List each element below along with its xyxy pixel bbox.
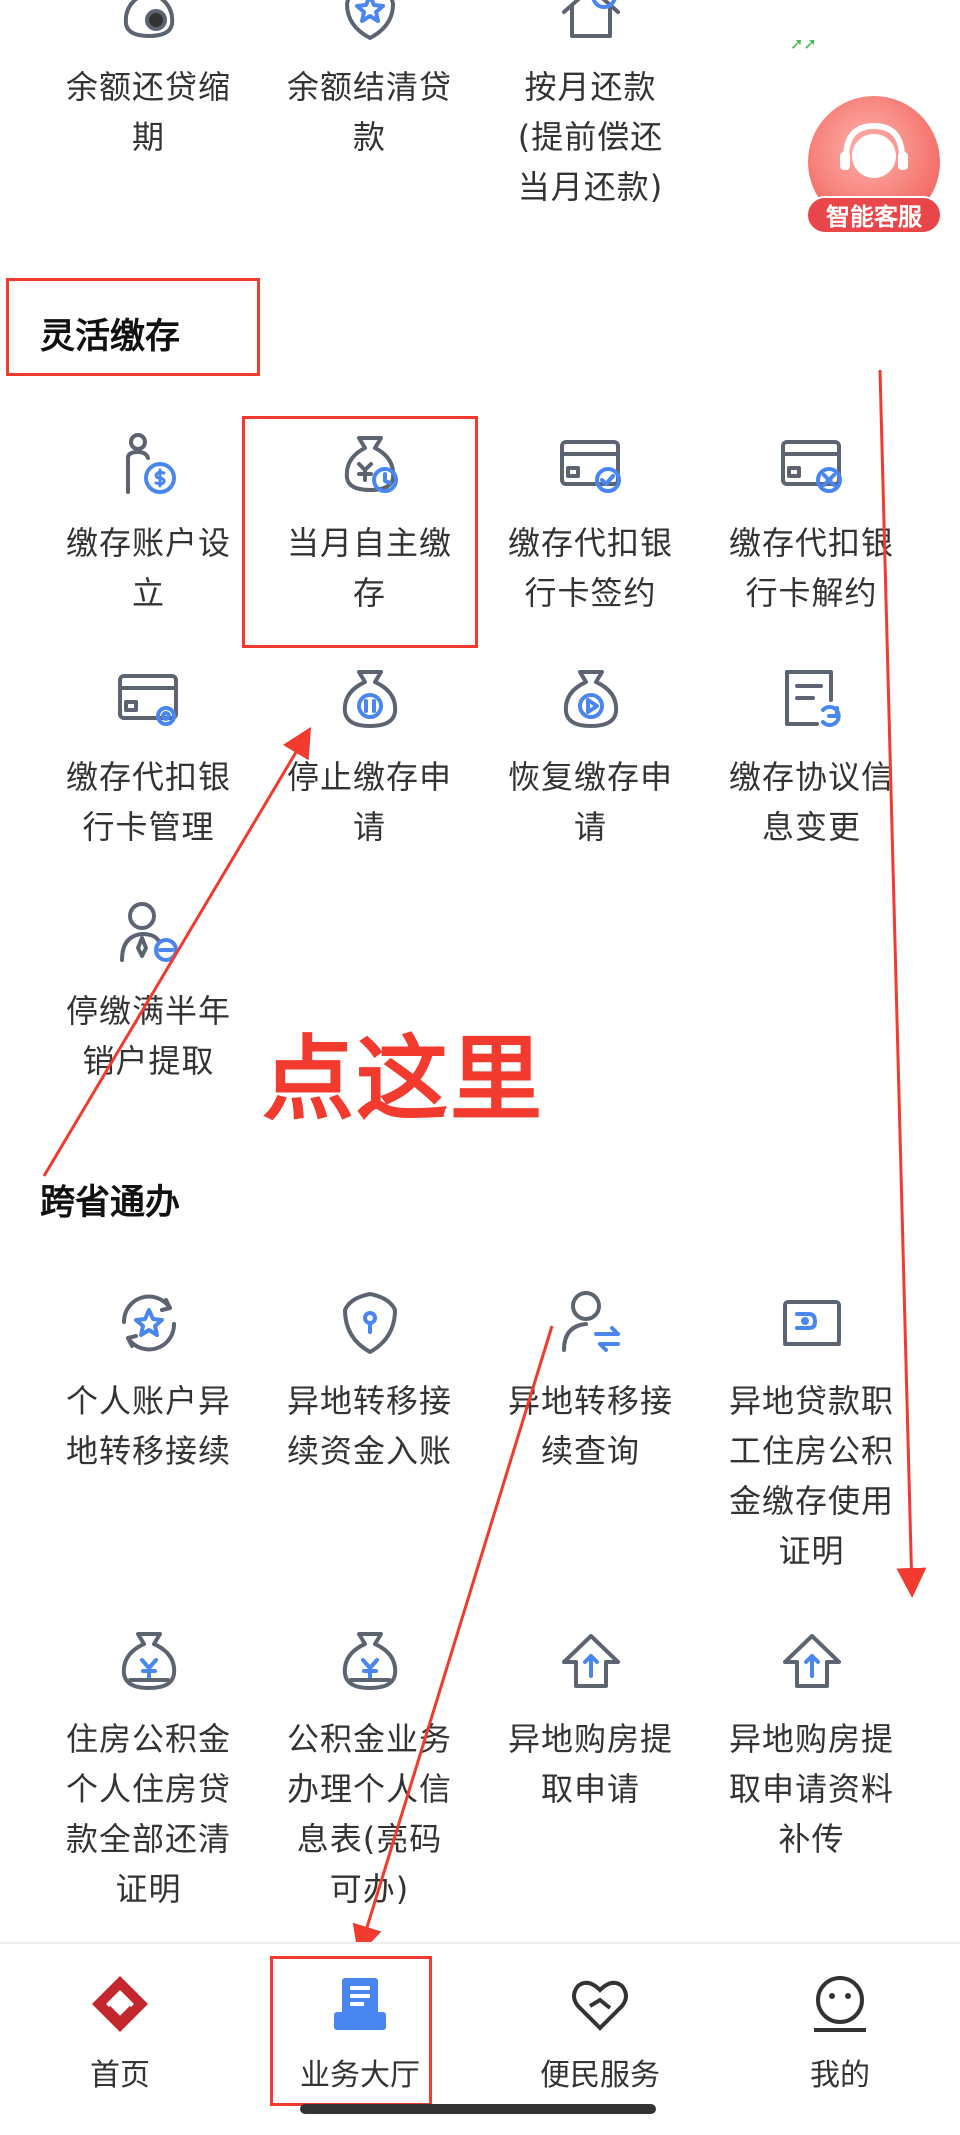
- shield-star-icon: [344, 0, 395, 40]
- annotation-callout-text: 点这里: [262, 1026, 545, 1133]
- tab-label: 便民服务: [540, 2058, 660, 2093]
- tile-label: 停缴满半年销户提取: [65, 992, 231, 1080]
- tile-bank-card-manage[interactable]: 缴存代扣银行卡管理: [38, 664, 259, 852]
- tile-label: 公积金业务办理个人信息表(亮码可办): [286, 1720, 452, 1908]
- tile-deposit-account-setup[interactable]: 缴存账户设立: [38, 430, 259, 618]
- money-bag-play-icon: [563, 670, 618, 728]
- tile-transfer-funds-credited[interactable]: 异地转移接续资金入账: [259, 1288, 480, 1476]
- customer-service-label: 智能客服: [806, 196, 942, 234]
- bank-card-check-icon: [559, 440, 621, 493]
- tile-account-transfer[interactable]: 个人账户异地转移接续: [38, 1288, 259, 1476]
- tab-label: 我的: [810, 2058, 870, 2093]
- shield-keyhole-icon: [342, 1292, 397, 1354]
- tile-stop-deposit[interactable]: 停止缴存申请: [259, 664, 480, 852]
- person-minus-icon: [119, 902, 178, 962]
- tile-balance-settle-loan[interactable]: 余额结清贷款: [259, 0, 480, 162]
- house-arrow-up-icon: [782, 1634, 841, 1688]
- tile-resume-deposit[interactable]: 恢复缴存申请: [480, 664, 701, 852]
- tab-home[interactable]: 首页: [0, 1944, 240, 2094]
- tile-stop-half-year-close[interactable]: 停缴满半年销户提取: [38, 898, 259, 1086]
- section-title-cross-province: 跨省通办: [40, 1183, 181, 1223]
- section-title-flexible-deposit: 灵活缴存: [40, 317, 181, 357]
- tile-label: 恢复缴存申请: [507, 758, 673, 846]
- tile-label: 余额还贷缩期: [65, 68, 231, 156]
- tile-deposit-agreement-change[interactable]: 缴存协议信息变更: [701, 664, 922, 852]
- tile-bank-card-sign[interactable]: 缴存代扣银行卡签约: [480, 430, 701, 618]
- annotation-box-business-hall-tab: [270, 1956, 432, 2106]
- tile-label: 缴存代扣银行卡管理: [65, 758, 231, 846]
- tile-label: 异地购房提取申请: [507, 1720, 673, 1808]
- tile-balance-shorten-term[interactable]: 余额还贷缩期: [38, 0, 259, 162]
- money-bag-yuan-icon: [342, 1632, 397, 1690]
- wallet-icon: [782, 1300, 841, 1346]
- heart-hands-icon: [572, 1980, 628, 2031]
- tab-mine[interactable]: 我的: [720, 1944, 960, 2094]
- tab-label: 首页: [90, 2058, 150, 2093]
- tile-monthly-repayment[interactable]: 按月还款(提前偿还当月还款): [480, 0, 701, 212]
- tile-label: 异地贷款职工住房公积金缴存使用证明: [728, 1382, 894, 1570]
- tile-bank-card-cancel[interactable]: 缴存代扣银行卡解约: [701, 430, 922, 618]
- house-yuan-icon: [561, 0, 620, 38]
- person-transfer-icon: [561, 1291, 620, 1352]
- tile-loan-paid-off-certificate[interactable]: 住房公积金个人住房贷款全部还清证明: [38, 1626, 259, 1914]
- person-dollar-icon: [125, 433, 176, 494]
- money-bag-yuan-icon: [121, 1632, 176, 1690]
- tile-label: 异地转移接续查询: [507, 1382, 673, 1470]
- bank-card-gear-icon: [117, 674, 178, 726]
- tab-convenience[interactable]: 便民服务: [480, 1944, 720, 2094]
- annotation-box-target-tile: [242, 416, 478, 648]
- decorative-icon: ➚➚: [790, 34, 817, 53]
- tile-label: 住房公积金个人住房贷款全部还清证明: [65, 1720, 231, 1908]
- home-logo-icon: [92, 1976, 148, 2032]
- tile-label: 缴存协议信息变更: [728, 758, 894, 846]
- tile-label: 缴存账户设立: [65, 524, 231, 612]
- money-bag-clock-icon: [123, 0, 174, 38]
- tile-label: 余额结清贷款: [286, 68, 452, 156]
- tile-label: 异地购房提取申请资料补传: [728, 1720, 894, 1858]
- house-arrow-up-icon: [561, 1634, 620, 1688]
- tile-transfer-query[interactable]: 异地转移接续查询: [480, 1288, 701, 1476]
- tile-label: 停止缴存申请: [286, 758, 452, 846]
- tile-label: 缴存代扣银行卡签约: [507, 524, 673, 612]
- tile-label: 个人账户异地转移接续: [65, 1382, 231, 1470]
- circular-star-icon: [121, 1294, 176, 1352]
- money-bag-pause-icon: [342, 670, 397, 728]
- tile-remote-purchase-supplement[interactable]: 异地购房提取申请资料补传: [701, 1626, 922, 1864]
- tile-remote-loan-certificate[interactable]: 异地贷款职工住房公积金缴存使用证明: [701, 1288, 922, 1576]
- home-indicator: [300, 2104, 656, 2114]
- tile-label: 按月还款(提前偿还当月还款): [517, 68, 664, 206]
- tile-label: 异地转移接续资金入账: [286, 1382, 452, 1470]
- document-refresh-icon: [784, 670, 841, 727]
- tile-label: 缴存代扣银行卡解约: [728, 524, 894, 612]
- smile-face-icon: [814, 1976, 866, 2032]
- customer-service-button[interactable]: 智能客服: [806, 96, 942, 236]
- bank-card-x-icon: [780, 440, 842, 493]
- tile-remote-purchase-withdraw[interactable]: 异地购房提取申请: [480, 1626, 701, 1814]
- tile-personal-info-form[interactable]: 公积金业务办理个人信息表(亮码可办): [259, 1626, 480, 1914]
